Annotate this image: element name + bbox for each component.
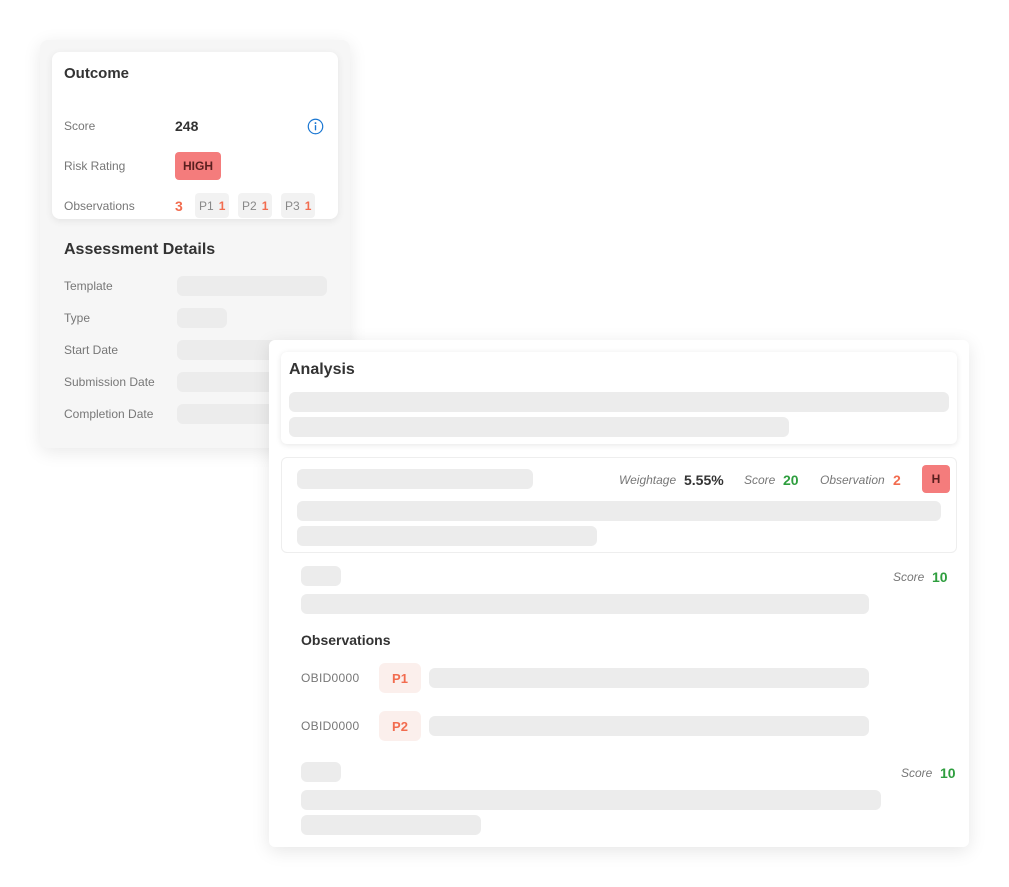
submission-date-label: Submission Date <box>64 375 155 389</box>
start-date-label: Start Date <box>64 343 119 357</box>
type-label: Type <box>64 311 91 325</box>
question-text-placeholder <box>301 815 481 835</box>
question-score-label: Score <box>901 766 933 780</box>
observation-priority-badge: P1 <box>379 663 421 693</box>
section-score-label: Score <box>744 473 776 487</box>
risk-rating-label: Risk Rating <box>64 159 126 173</box>
analysis-text-placeholder <box>289 392 949 412</box>
section-title-placeholder <box>297 469 533 489</box>
section-score-value: 20 <box>783 472 799 488</box>
observations-label: Observations <box>64 199 135 213</box>
info-icon[interactable] <box>307 118 324 135</box>
priority-count: 1 <box>304 198 312 213</box>
question-score-label: Score <box>893 570 925 584</box>
priority-count: 1 <box>261 198 269 213</box>
outcome-panel: Outcome Score 248 Risk Rating HIGH Obser… <box>52 52 338 219</box>
observation-value: 2 <box>893 472 901 488</box>
priority-chip-p2: P2 1 <box>238 193 273 218</box>
priority-label: P3 <box>285 198 300 213</box>
template-value-placeholder <box>177 276 327 296</box>
type-value-placeholder <box>177 308 227 328</box>
completion-date-label: Completion Date <box>64 407 154 421</box>
score-value: 248 <box>175 118 199 134</box>
observation-label: Observation <box>820 473 885 487</box>
priority-chip-p1: P1 1 <box>195 193 230 218</box>
analysis-title: Analysis <box>289 361 355 378</box>
question-score-value: 10 <box>932 569 948 585</box>
analysis-card: Analysis Weightage 5.55% Score 20 Observ… <box>269 340 969 847</box>
question-number-placeholder <box>301 762 341 782</box>
assessment-details-title: Assessment Details <box>64 241 216 258</box>
section-panel: Weightage 5.55% Score 20 Observation 2 H <box>281 457 957 553</box>
priority-label: P1 <box>199 198 214 213</box>
observations-total: 3 <box>175 198 183 214</box>
question-score-value: 10 <box>940 765 956 781</box>
template-label: Template <box>64 279 113 293</box>
question-text-placeholder <box>301 790 881 810</box>
observation-priority-badge: P2 <box>379 711 421 741</box>
score-label: Score <box>64 119 96 133</box>
analysis-summary-panel: Analysis <box>281 352 957 444</box>
question-text-placeholder <box>301 594 869 614</box>
observations-title: Observations <box>301 632 391 648</box>
section-text-placeholder <box>297 501 941 521</box>
outcome-title: Outcome <box>64 65 130 82</box>
section-text-placeholder <box>297 526 597 546</box>
priority-label: P2 <box>242 198 257 213</box>
weightage-value: 5.55% <box>684 472 724 488</box>
observation-text-placeholder <box>429 668 869 688</box>
observation-id[interactable]: OBID0000 <box>301 671 359 685</box>
question-number-placeholder <box>301 566 341 586</box>
risk-rating-badge: HIGH <box>175 152 221 180</box>
analysis-text-placeholder <box>289 417 789 437</box>
weightage-label: Weightage <box>619 473 677 487</box>
priority-count: 1 <box>218 198 226 213</box>
section-risk-badge: H <box>922 465 950 493</box>
observation-text-placeholder <box>429 716 869 736</box>
observation-id[interactable]: OBID0000 <box>301 719 359 733</box>
priority-chip-p3: P3 1 <box>281 193 316 218</box>
